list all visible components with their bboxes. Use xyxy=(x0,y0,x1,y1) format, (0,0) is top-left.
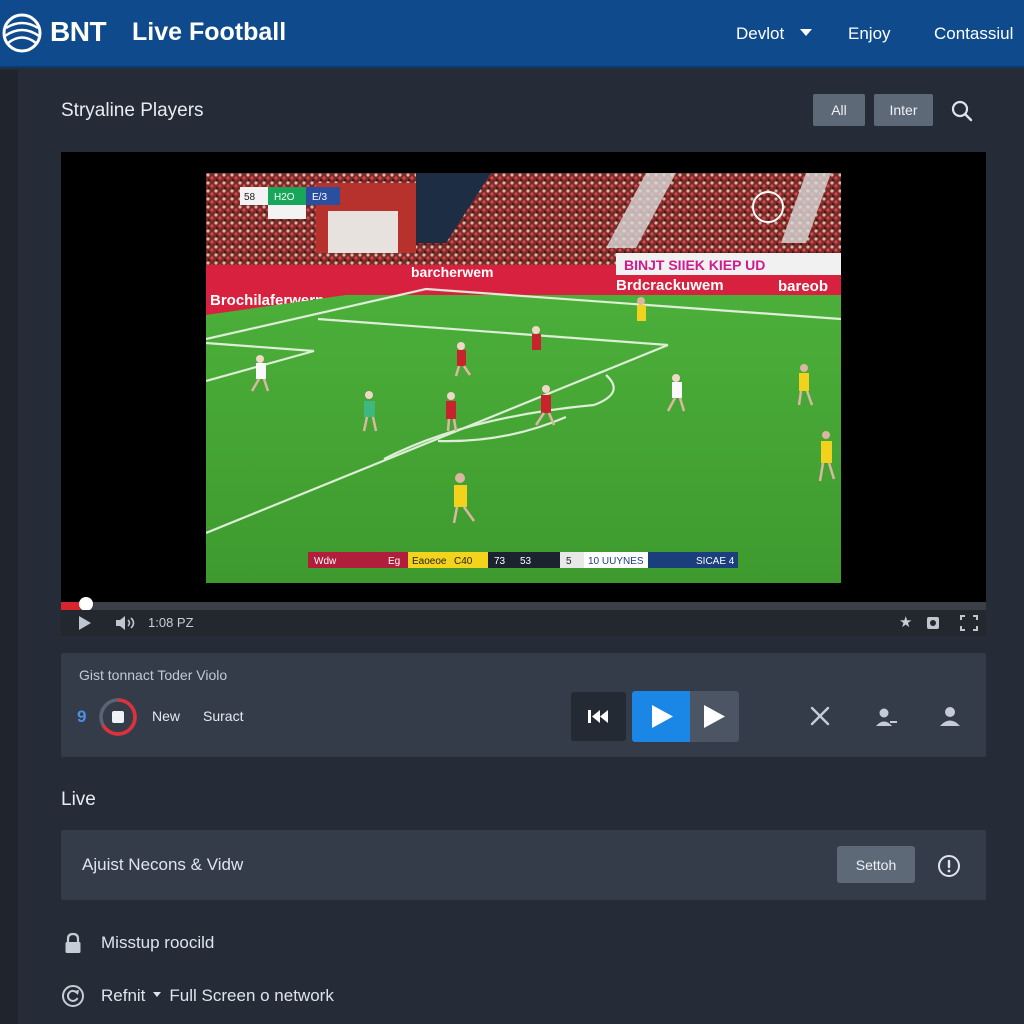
lock-icon xyxy=(65,932,81,953)
top-navigation-bar: BNT Live Football Devlot Enjoy Contassiu… xyxy=(0,0,1024,68)
score-strip-value-3: 5 xyxy=(566,556,572,567)
score-strip-team-b: Eaoeoe xyxy=(412,556,447,567)
scoreboard-top-1: 58 xyxy=(244,192,256,203)
live-settings-card: Ajuist Necons & Vidw Settoh xyxy=(61,830,986,900)
play-next-icon xyxy=(704,705,725,728)
score-strip-value-1: 73 xyxy=(494,556,506,567)
skip-back-icon xyxy=(588,710,608,723)
new-label[interactable]: New xyxy=(152,708,180,724)
scoreboard-top-2: H2O xyxy=(274,192,295,203)
play-button[interactable] xyxy=(632,691,690,742)
score-strip-label-a: Eg xyxy=(388,556,400,567)
panel-title: Gist tonnact Toder Violo xyxy=(79,667,228,683)
score-strip-team-a: Wdw xyxy=(314,556,337,567)
chevron-down-icon[interactable] xyxy=(800,29,812,36)
left-edge-strip xyxy=(0,70,18,1024)
filter-all-button[interactable]: All xyxy=(813,94,865,126)
football-match-scene: 58 H2O E/3 Brochilaferwern barcherwem BI… xyxy=(206,173,841,583)
brand-subtitle[interactable]: Live Football xyxy=(132,18,286,47)
score-strip-value-2: 53 xyxy=(520,556,532,567)
video-control-bar: 1:08 PZ ★ xyxy=(61,610,986,636)
option-row-refresh[interactable]: Refnit Full Screen o network xyxy=(61,983,334,1009)
filter-inter-button[interactable]: Inter xyxy=(874,94,933,126)
nav-item-devlot[interactable]: Devlot xyxy=(736,24,784,44)
video-progress-fill xyxy=(61,602,80,610)
option-fullscreen-label: Full Screen o network xyxy=(169,986,334,1005)
score-strip-value-5: SICAE 4 xyxy=(696,556,735,567)
video-progress-bar[interactable] xyxy=(61,602,986,610)
video-frame[interactable]: 58 H2O E/3 Brochilaferwern barcherwem BI… xyxy=(206,173,841,583)
close-icon[interactable] xyxy=(807,703,833,729)
nav-item-contact[interactable]: Contassiul xyxy=(934,24,1013,44)
previous-button[interactable] xyxy=(571,692,626,741)
star-icon[interactable]: ★ xyxy=(899,613,912,631)
chevron-down-icon[interactable] xyxy=(153,992,162,997)
gear-icon[interactable] xyxy=(925,615,941,631)
option-refresh-label[interactable]: Refnit xyxy=(101,986,145,1006)
playback-control-panel: Gist tonnact Toder Violo 9 New Suract xyxy=(61,653,986,757)
volume-icon[interactable] xyxy=(115,615,137,631)
video-progress-handle[interactable] xyxy=(79,597,93,611)
sponsor-board-middle: barcherwem xyxy=(411,264,493,280)
timer-ring-icon[interactable] xyxy=(98,697,138,737)
user-add-icon[interactable] xyxy=(873,705,899,731)
video-time: 1:08 PZ xyxy=(148,615,194,630)
option-lock-label: Misstup roocild xyxy=(101,933,215,952)
info-icon[interactable] xyxy=(937,854,961,878)
brand-name[interactable]: BNT xyxy=(50,16,107,48)
scoreboard-top-3: E/3 xyxy=(312,192,327,203)
sponsor-board-right: Brdcrackuwem xyxy=(616,277,724,294)
fullscreen-icon[interactable] xyxy=(960,615,978,631)
brand-logo-icon[interactable] xyxy=(2,10,42,56)
live-card-label: Ajuist Necons & Vidw xyxy=(82,855,244,874)
live-heading: Live xyxy=(61,789,96,810)
suract-label[interactable]: Suract xyxy=(203,708,243,724)
play-icon xyxy=(652,705,673,728)
switch-button[interactable]: Settoh xyxy=(837,846,915,883)
section-title: Stryaline Players xyxy=(61,100,204,121)
search-icon[interactable] xyxy=(950,99,974,123)
next-button[interactable] xyxy=(690,691,739,742)
option-row-lock[interactable]: Misstup roocild xyxy=(61,930,214,956)
sponsor-board-right-top: BINJT SIIEK KIEP UD xyxy=(624,257,765,273)
user-icon[interactable] xyxy=(937,703,963,729)
refresh-icon xyxy=(62,985,84,1007)
play-icon[interactable] xyxy=(79,616,91,630)
sponsor-board-far-right: bareob xyxy=(778,278,828,295)
score-strip-label-b: C40 xyxy=(454,556,473,567)
score-strip-value-4: 10 UUYNES xyxy=(588,556,644,567)
nav-item-enjoy[interactable]: Enjoy xyxy=(848,24,891,44)
video-player[interactable]: 58 H2O E/3 Brochilaferwern barcherwem BI… xyxy=(61,152,986,636)
viewer-count: 9 xyxy=(77,707,87,726)
